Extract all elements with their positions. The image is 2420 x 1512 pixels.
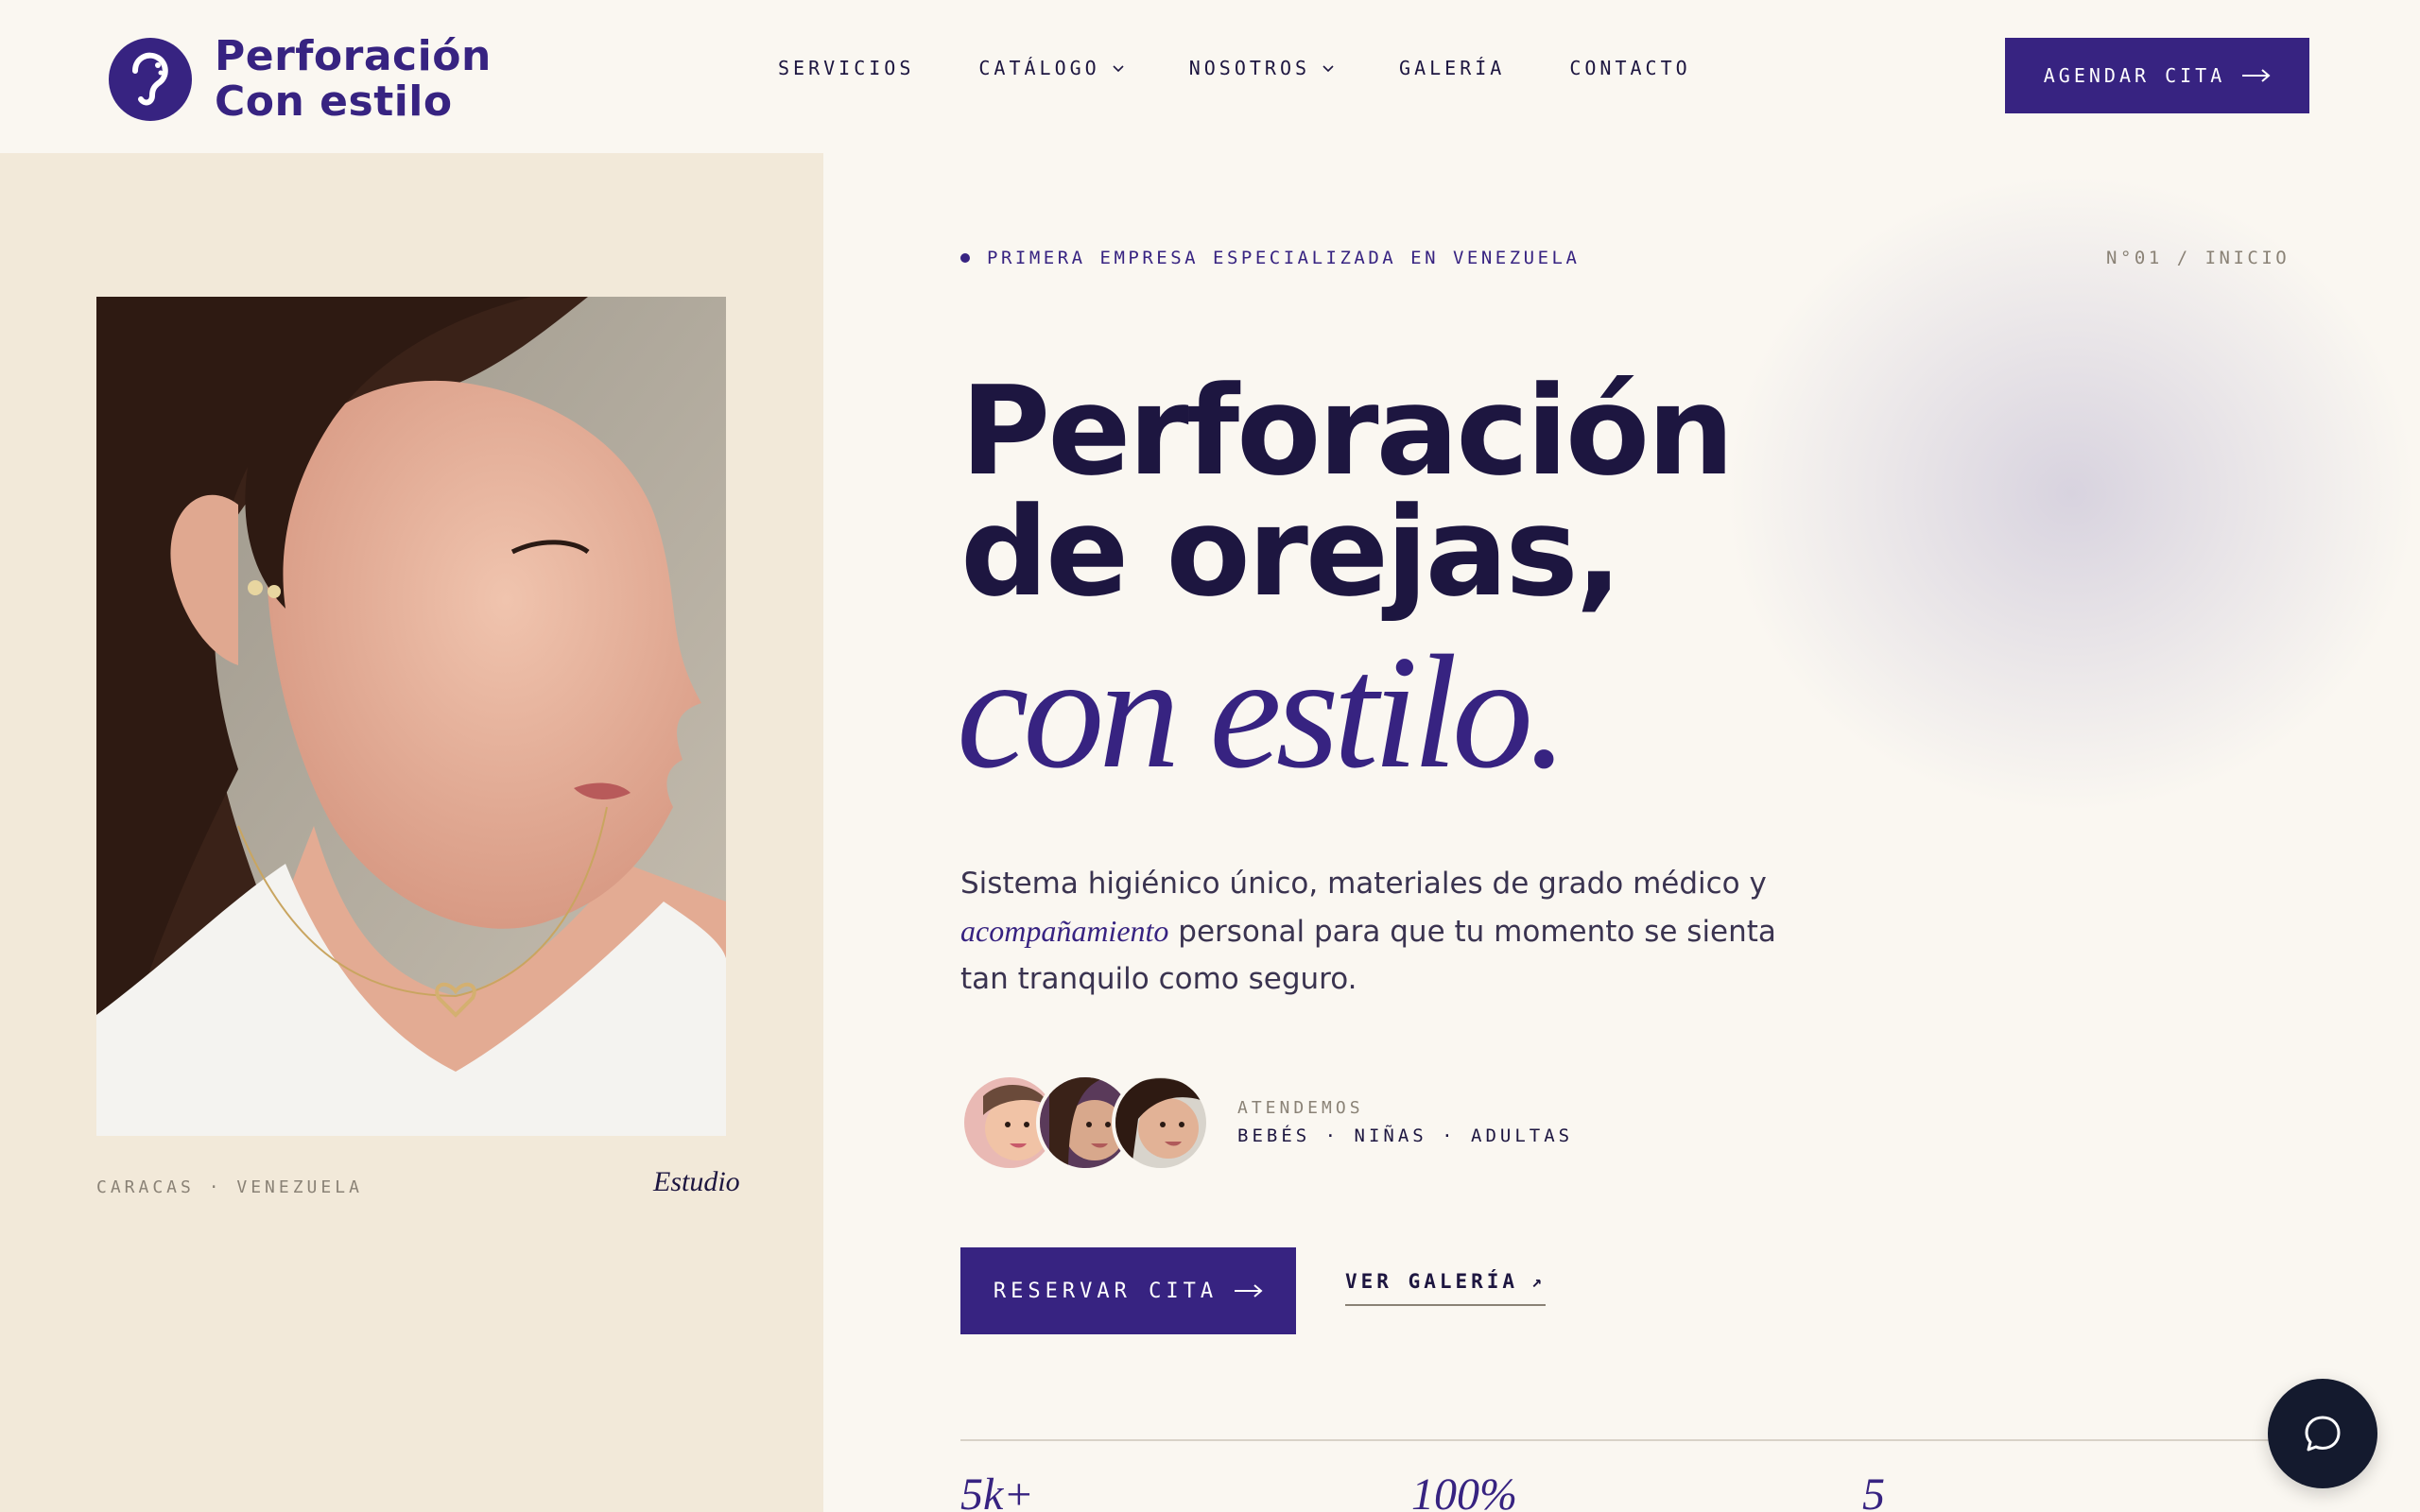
hero-lead: Sistema higiénico único, materiales de g… [960, 860, 1811, 1003]
schedule-appointment-label: AGENDAR CITA [2043, 64, 2226, 87]
view-gallery-link[interactable]: VER GALERÍA ↗ [1345, 1270, 1546, 1306]
hero-eyebrow: PRIMERA EMPRESA ESPECIALIZADA EN VENEZUE… [960, 248, 1580, 268]
schedule-appointment-button[interactable]: AGENDAR CITA [2005, 38, 2309, 113]
book-appointment-label: RESERVAR CITA [993, 1279, 1219, 1303]
section-index: N°01 / INICIO [2106, 248, 2290, 268]
stats-divider [960, 1439, 2284, 1441]
chat-bubble-icon [2305, 1416, 2341, 1452]
nav-item-label: CATÁLOGO [978, 57, 1100, 79]
eyebrow-text: PRIMERA EMPRESA ESPECIALIZADA EN VENEZUE… [987, 248, 1581, 268]
ear-icon [109, 38, 192, 121]
arrow-right-icon [2242, 69, 2271, 82]
nav-item-servicios[interactable]: SERVICIOS [778, 57, 914, 79]
stat-percentage: 100% [1411, 1469, 1517, 1512]
site-header: Perforación Con estilo SERVICIOS CATÁLOG… [0, 0, 2420, 153]
hero-title-line-2: de orejas, [960, 480, 1622, 624]
client-avatars [960, 1074, 1210, 1172]
nav-item-label: SERVICIOS [778, 57, 915, 79]
avatar-child [1112, 1074, 1210, 1172]
nav-item-label: GALERÍA [1399, 57, 1506, 79]
audience-info: ATENDEMOS BEBÉS · NIÑAS · ADULTAS [1237, 1098, 1573, 1146]
nav-item-label: NOSOTROS [1188, 57, 1311, 79]
lead-text-1: Sistema higiénico único, materiales de g… [960, 867, 1767, 901]
chevron-down-icon [1113, 65, 1124, 73]
nav-item-nosotros[interactable]: NOSOTROS [1189, 57, 1335, 79]
hero-title: Perforación de orejas, [960, 359, 1735, 624]
nav-item-contacto[interactable]: CONTACTO [1569, 57, 1690, 79]
stat-years: 5 [1862, 1469, 1885, 1512]
location-caption: CARACAS · VENEZUELA [96, 1177, 363, 1197]
brand-line-2: Con estilo [215, 77, 453, 126]
brand-logo[interactable]: Perforación Con estilo [109, 34, 492, 125]
stat-clients: 5k+ [960, 1469, 1034, 1512]
nav-item-galeria[interactable]: GALERÍA [1399, 57, 1505, 79]
lead-emphasis: acompañamiento [960, 914, 1169, 948]
nav-item-label: CONTACTO [1569, 57, 1691, 79]
audience-label: ATENDEMOS [1237, 1098, 1364, 1118]
main-nav: SERVICIOS CATÁLOGO NOSOTROS GALERÍA CONT… [778, 57, 1755, 79]
bullet-dot-icon [960, 253, 970, 263]
audience-value: BEBÉS · NIÑAS · ADULTAS [1237, 1125, 1574, 1146]
brand-name: Perforación Con estilo [215, 34, 492, 125]
studio-caption: Estudio [653, 1166, 740, 1197]
chat-button[interactable] [2268, 1379, 2377, 1488]
hero-title-line-1: Perforación [960, 359, 1735, 503]
arrow-up-right-icon: ↗ [1531, 1271, 1546, 1292]
nav-item-catalogo[interactable]: CATÁLOGO [978, 57, 1124, 79]
hero-photo [96, 297, 726, 1136]
brand-line-1: Perforación [215, 32, 492, 80]
view-gallery-label: VER GALERÍA [1345, 1270, 1519, 1293]
book-appointment-button[interactable]: RESERVAR CITA [960, 1247, 1296, 1334]
hero-title-accent: con estilo. [957, 623, 1568, 802]
arrow-right-icon [1235, 1284, 1263, 1297]
chevron-down-icon [1322, 65, 1334, 73]
